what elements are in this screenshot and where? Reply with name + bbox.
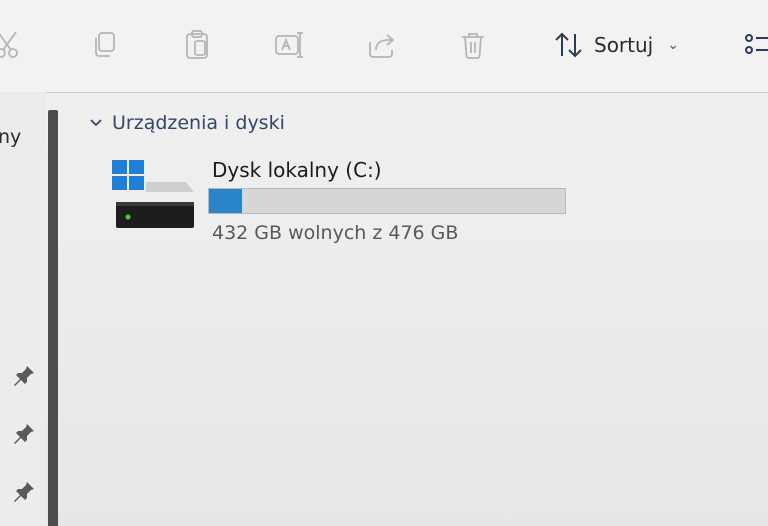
trash-icon[interactable] <box>456 28 490 62</box>
sort-button[interactable]: Sortuj ⌄ <box>552 26 679 64</box>
drive-usage-bar <box>208 188 566 214</box>
navigation-pane: ny <box>0 92 46 526</box>
rename-icon[interactable] <box>272 28 306 62</box>
drive-free-space: 432 GB wolnych z 476 GB <box>212 222 459 244</box>
command-bar: Sortuj ⌄ <box>0 0 768 93</box>
view-options-icon[interactable] <box>742 30 768 60</box>
pin-icon[interactable] <box>14 364 36 386</box>
scissors-icon[interactable] <box>0 28 26 62</box>
windows-drive-icon <box>112 160 194 228</box>
sort-up-down-icon <box>555 32 582 58</box>
chevron-down-icon[interactable] <box>88 115 104 131</box>
pin-icon[interactable] <box>14 480 36 502</box>
drive-item[interactable]: Dysk lokalny (C:) 432 GB wolnych z 476 G… <box>110 152 590 252</box>
drive-name: Dysk lokalny (C:) <box>212 158 382 182</box>
chevron-down-icon: ⌄ <box>667 37 679 53</box>
copy-icon[interactable] <box>88 28 122 62</box>
pane-splitter[interactable] <box>48 110 58 526</box>
share-icon[interactable] <box>364 28 398 62</box>
drive-usage-fill <box>209 189 242 213</box>
file-explorer-window: Sortuj ⌄ ny Urządzenia i dyski Dysk loka… <box>0 0 768 526</box>
pin-icon[interactable] <box>14 422 36 444</box>
nav-item-label[interactable]: ny <box>0 126 21 148</box>
group-header[interactable]: Urządzenia i dyski <box>88 112 285 134</box>
group-title: Urządzenia i dyski <box>112 112 285 134</box>
paste-icon[interactable] <box>180 28 214 62</box>
sort-label: Sortuj <box>594 33 654 57</box>
